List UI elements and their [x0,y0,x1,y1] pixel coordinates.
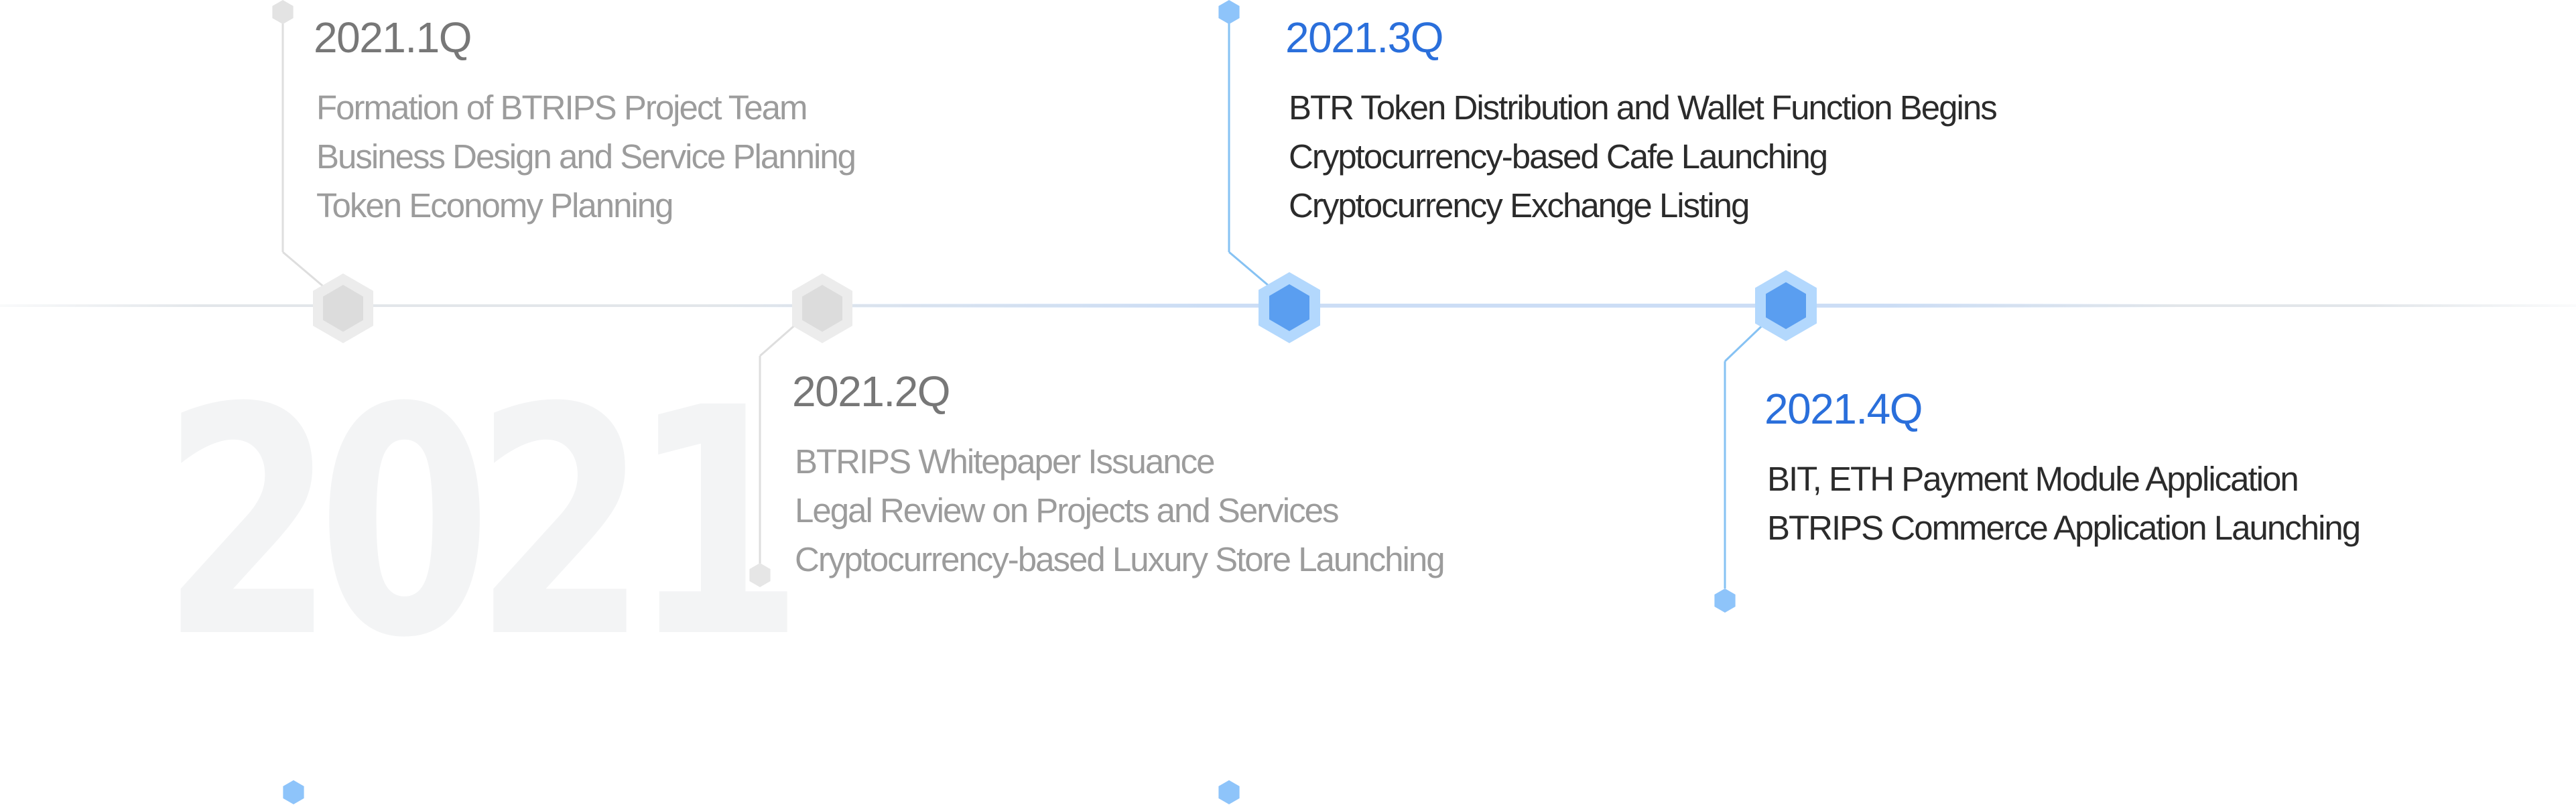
period-label: 2021.2Q [792,367,951,416]
milestone-item: Business Design and Service Planning [316,137,856,176]
anchor-hex-1q [272,0,294,24]
milestone-item: Formation of BTRIPS Project Team [316,88,808,127]
milestone-marker-1q [313,273,373,343]
milestone-item: Cryptocurrency-based Cafe Launching [1289,137,1828,176]
anchor-hex-next-1 [283,780,304,804]
milestone-marker-3q [1259,272,1320,343]
period-label: 2021.1Q [314,13,472,62]
anchor-hex-next-2 [1218,780,1240,804]
milestone-item: BTR Token Distribution and Wallet Functi… [1289,88,1998,127]
milestone-item: Legal Review on Projects and Services [795,491,1339,530]
anchor-hex-2q [749,563,771,587]
milestone-items: BIT, ETH Payment Module Application BTRI… [1767,454,2361,552]
milestone-items: BTR Token Distribution and Wallet Functi… [1289,83,1998,230]
milestone-marker-4q [1755,270,1817,341]
milestone-item: Cryptocurrency Exchange Listing [1289,186,1750,225]
milestone-marker-2q [792,273,852,343]
milestone-item: BIT, ETH Payment Module Application [1767,460,2299,498]
roadmap-2021: 2021 2021.1Q Formation of BTRIPS Project… [0,0,2576,805]
milestone-item: BTRIPS Whitepaper Issuance [795,442,1215,481]
period-label: 2021.4Q [1764,385,1923,433]
timeline-axis-highlight [704,304,2178,308]
connector-4q [1724,316,1772,589]
milestone-item: Cryptocurrency-based Luxury Store Launch… [795,540,1445,578]
milestone-items: Formation of BTRIPS Project Team Busines… [316,83,856,230]
milestone-items: BTRIPS Whitepaper Issuance Legal Review … [795,437,1445,584]
milestone-item: Token Economy Planning [316,186,674,225]
period-label: 2021.3Q [1285,13,1444,62]
connector-3q [1228,12,1274,291]
anchor-hex-3q [1218,0,1240,24]
anchor-hex-4q [1714,589,1736,613]
milestone-item: BTRIPS Commerce Application Launching [1767,509,2361,547]
